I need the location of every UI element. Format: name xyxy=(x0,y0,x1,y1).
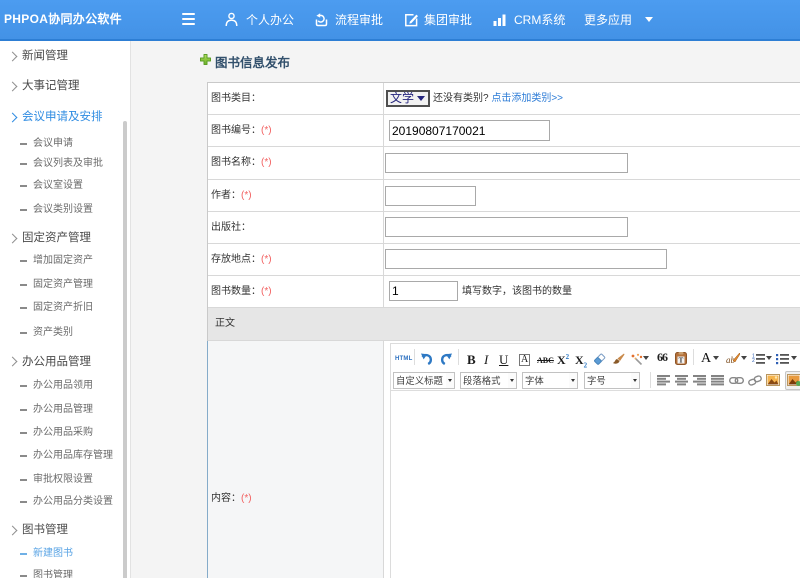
svg-text:T: T xyxy=(679,356,684,364)
svg-text:2: 2 xyxy=(752,358,755,364)
